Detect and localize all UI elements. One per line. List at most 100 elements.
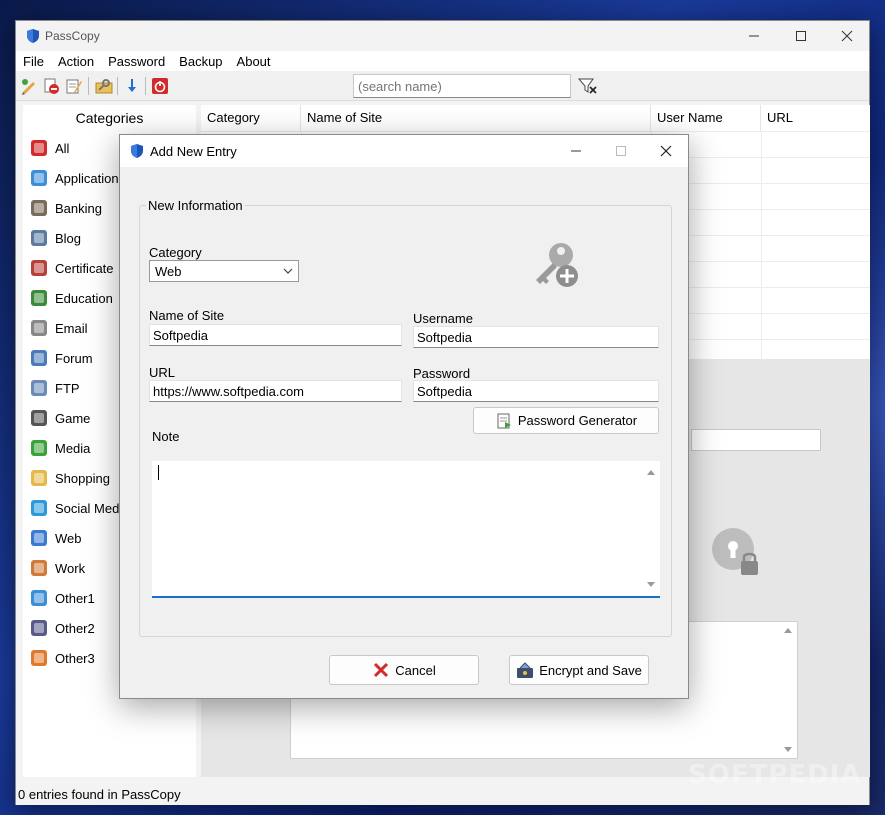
save-label: Encrypt and Save bbox=[539, 662, 642, 678]
shield-icon bbox=[131, 144, 143, 158]
category-item-all[interactable]: All bbox=[28, 134, 69, 162]
category-item-blog[interactable]: Blog bbox=[28, 224, 81, 252]
category-item-forum[interactable]: Forum bbox=[28, 344, 93, 372]
watermark: SOFTPEDIA bbox=[688, 760, 862, 790]
application-icon bbox=[28, 167, 50, 189]
menu-action[interactable]: Action bbox=[51, 54, 101, 69]
download-button[interactable] bbox=[122, 76, 142, 96]
menu-file[interactable]: File bbox=[16, 54, 51, 69]
dialog-close-button[interactable] bbox=[643, 135, 689, 167]
minimize-icon bbox=[749, 35, 759, 37]
other1-icon bbox=[28, 587, 50, 609]
category-item-game[interactable]: Game bbox=[28, 404, 90, 432]
shopping-icon bbox=[28, 467, 50, 489]
url-input[interactable] bbox=[149, 380, 402, 402]
categories-header: Categories bbox=[75, 110, 144, 126]
category-item-web[interactable]: Web bbox=[28, 524, 82, 552]
category-item-banking[interactable]: Banking bbox=[28, 194, 102, 222]
category-item-certificate[interactable]: Certificate bbox=[28, 254, 114, 282]
exit-button[interactable] bbox=[150, 76, 170, 96]
menu-about[interactable]: About bbox=[230, 54, 278, 69]
delete-entry-button[interactable] bbox=[41, 76, 61, 96]
dialog-minimize-button[interactable] bbox=[553, 135, 599, 167]
power-icon bbox=[152, 78, 168, 94]
url-label: URL bbox=[149, 365, 176, 380]
note-textarea[interactable] bbox=[152, 461, 660, 598]
web-icon bbox=[28, 527, 50, 549]
column-header-category[interactable]: Category bbox=[201, 105, 301, 131]
category-label: Banking bbox=[55, 200, 102, 216]
minimize-button[interactable] bbox=[731, 21, 777, 51]
blog-icon bbox=[28, 227, 50, 249]
education-icon bbox=[28, 287, 50, 309]
detail-field[interactable] bbox=[691, 429, 821, 451]
add-entry-button[interactable] bbox=[19, 76, 39, 96]
site-name-input[interactable] bbox=[149, 324, 402, 346]
add-entry-icon bbox=[22, 79, 35, 95]
dialog-maximize-button[interactable] bbox=[598, 135, 644, 167]
category-label: Other3 bbox=[55, 650, 95, 666]
scroll-down-icon[interactable] bbox=[783, 746, 793, 754]
category-label: Web bbox=[55, 530, 82, 546]
menu-bar: File Action Password Backup About bbox=[16, 51, 869, 71]
media-icon bbox=[28, 437, 50, 459]
password-label: Password bbox=[413, 366, 471, 381]
column-header-site[interactable]: Name of Site bbox=[301, 105, 651, 131]
text-caret bbox=[158, 465, 159, 480]
maximize-button[interactable] bbox=[778, 21, 824, 51]
password-input[interactable] bbox=[413, 380, 659, 402]
category-label: Media bbox=[55, 440, 91, 456]
scroll-up-icon[interactable] bbox=[646, 467, 656, 477]
clear-filter-button[interactable] bbox=[577, 76, 599, 96]
delete-entry-icon bbox=[44, 78, 59, 94]
search-input[interactable] bbox=[353, 74, 571, 98]
category-item-other1[interactable]: Other1 bbox=[28, 584, 95, 612]
category-item-email[interactable]: Email bbox=[28, 314, 88, 342]
ftp-icon bbox=[28, 377, 50, 399]
encrypt-save-button[interactable]: Encrypt and Save bbox=[509, 655, 649, 685]
add-key-icon bbox=[536, 243, 578, 287]
edit-entry-button[interactable] bbox=[64, 76, 84, 96]
password-generator-button[interactable]: Password Generator bbox=[473, 407, 659, 434]
category-item-other2[interactable]: Other2 bbox=[28, 614, 95, 642]
category-label: All bbox=[55, 140, 70, 156]
certificate-icon bbox=[28, 257, 50, 279]
add-entry-dialog: Add New Entry New Information Category W… bbox=[119, 134, 689, 699]
category-item-ftp[interactable]: FTP bbox=[28, 374, 80, 402]
category-label: FTP bbox=[55, 380, 80, 396]
category-label: Email bbox=[55, 320, 88, 336]
menu-backup[interactable]: Backup bbox=[172, 54, 229, 69]
scroll-down-icon[interactable] bbox=[646, 580, 656, 590]
category-item-media[interactable]: Media bbox=[28, 434, 90, 462]
category-item-other3[interactable]: Other3 bbox=[28, 644, 95, 672]
category-item-work[interactable]: Work bbox=[28, 554, 85, 582]
category-label: Forum bbox=[55, 350, 93, 366]
toolbar-separator bbox=[88, 77, 89, 95]
scroll-up-icon[interactable] bbox=[783, 626, 793, 634]
column-header-url[interactable]: URL bbox=[761, 105, 870, 131]
download-icon bbox=[128, 79, 136, 92]
shield-icon bbox=[27, 29, 39, 43]
category-label: Certificate bbox=[55, 260, 114, 276]
category-item-social-media[interactable]: Social Media bbox=[28, 494, 129, 522]
cancel-button[interactable]: Cancel bbox=[329, 655, 479, 685]
column-header-username[interactable]: User Name bbox=[651, 105, 761, 131]
category-item-application[interactable]: Application bbox=[28, 164, 119, 192]
username-input[interactable] bbox=[413, 326, 659, 348]
game-icon bbox=[28, 407, 50, 429]
site-label: Name of Site bbox=[149, 308, 225, 323]
other3-icon bbox=[28, 647, 50, 669]
category-item-education[interactable]: Education bbox=[28, 284, 113, 312]
category-select[interactable]: Web bbox=[149, 260, 299, 282]
banking-icon bbox=[28, 197, 50, 219]
close-button[interactable] bbox=[824, 21, 870, 51]
toolbar-separator bbox=[117, 77, 118, 95]
social-media-icon bbox=[28, 497, 50, 519]
email-icon bbox=[28, 317, 50, 339]
menu-password[interactable]: Password bbox=[101, 54, 172, 69]
forum-icon bbox=[28, 347, 50, 369]
username-label: Username bbox=[413, 311, 473, 326]
category-item-shopping[interactable]: Shopping bbox=[28, 464, 110, 492]
key-folder-button[interactable] bbox=[94, 76, 114, 96]
category-value: Web bbox=[155, 264, 182, 279]
